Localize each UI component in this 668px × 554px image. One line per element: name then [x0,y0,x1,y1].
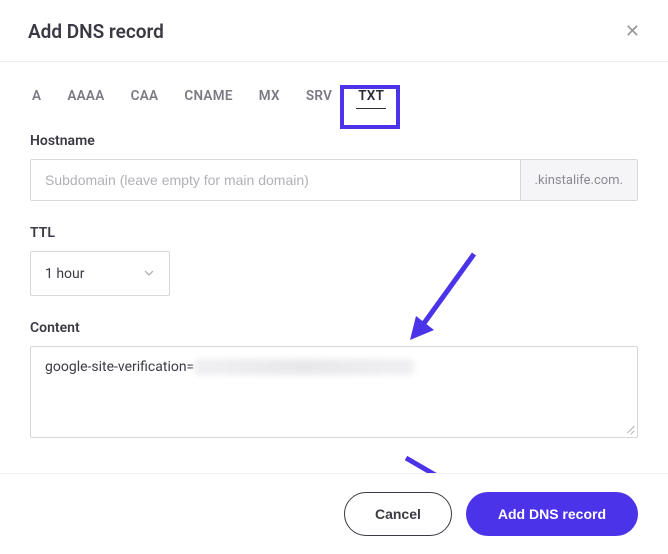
resize-handle-icon[interactable] [623,423,635,435]
tab-aaaa[interactable]: AAAA [65,86,106,109]
ttl-label: TTL [30,225,638,241]
dialog-header: Add DNS record ✕ [0,0,668,62]
hostname-input[interactable] [31,160,520,200]
content-value-prefix: google-site-verification= [45,359,194,375]
tab-cname[interactable]: CNAME [182,86,234,109]
close-icon[interactable]: ✕ [625,23,640,41]
content-group: Content google-site-verification= [30,320,638,438]
hostname-row: .kinstalife.com. [30,159,638,201]
content-redacted-value [194,359,414,375]
record-type-tabs: A AAAA CAA CNAME MX SRV TXT [0,62,668,125]
cancel-button[interactable]: Cancel [344,492,452,536]
add-dns-record-button[interactable]: Add DNS record [466,492,638,536]
content-label: Content [30,320,638,336]
dialog-title: Add DNS record [28,20,164,43]
ttl-group: TTL 1 hour [30,225,638,296]
tab-a[interactable]: A [30,86,43,109]
content-input[interactable]: google-site-verification= [30,346,638,438]
chevron-down-icon [143,264,155,283]
ttl-value: 1 hour [45,266,85,282]
tab-mx[interactable]: MX [257,86,282,109]
form-body: Hostname .kinstalife.com. TTL 1 hour Con… [0,125,668,456]
tab-txt[interactable]: TXT [356,86,386,109]
tab-srv[interactable]: SRV [304,86,334,109]
hostname-group: Hostname .kinstalife.com. [30,133,638,201]
tab-caa[interactable]: CAA [129,86,161,109]
ttl-select[interactable]: 1 hour [30,251,170,296]
dialog-footer: Cancel Add DNS record [0,473,668,554]
hostname-suffix: .kinstalife.com. [520,160,637,200]
hostname-label: Hostname [30,133,638,149]
